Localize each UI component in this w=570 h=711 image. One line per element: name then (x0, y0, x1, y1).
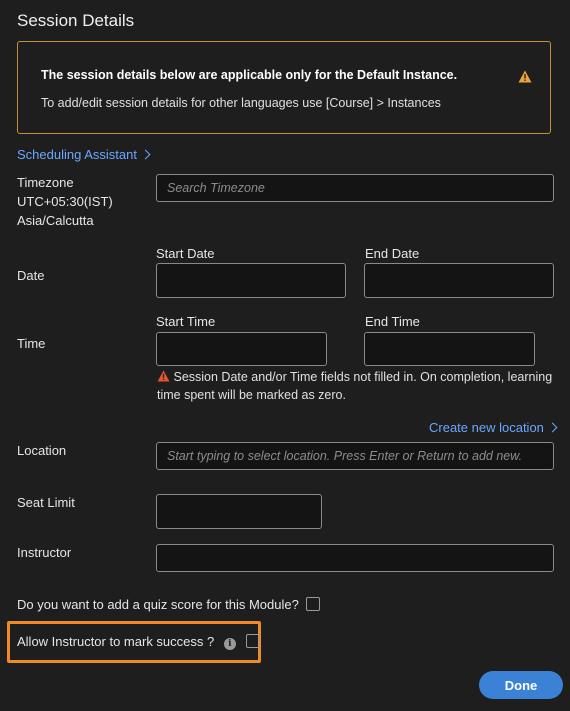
mark-success-row: Allow Instructor to mark success ? i (17, 634, 261, 650)
start-time-label: Start Time (156, 314, 216, 329)
start-time-input[interactable] (156, 332, 327, 366)
warning-icon (518, 70, 532, 83)
end-time-label: End Time (365, 314, 420, 329)
chevron-right-icon (547, 422, 558, 433)
notice-heading: The session details below are applicable… (41, 68, 458, 82)
seat-limit-label: Seat Limit (17, 495, 75, 510)
panel-title: Session Details (17, 11, 135, 30)
time-label: Time (17, 336, 46, 351)
create-location-label: Create new location (429, 420, 544, 435)
quiz-score-label: Do you want to add a quiz score for this… (17, 597, 299, 612)
time-warning-text: Session Date and/or Time fields not fill… (157, 370, 553, 402)
mark-success-checkbox[interactable] (246, 634, 261, 648)
mark-success-label: Allow Instructor to mark success ? (17, 634, 215, 649)
start-date-label: Start Date (156, 246, 215, 261)
notice-text: To add/edit session details for other la… (41, 96, 441, 110)
date-label: Date (17, 268, 45, 283)
location-input[interactable] (156, 442, 554, 470)
quiz-score-row: Do you want to add a quiz score for this… (17, 597, 321, 612)
instructor-label: Instructor (17, 545, 72, 560)
done-button[interactable]: Done (479, 671, 563, 699)
timezone-label: Timezone (17, 175, 74, 190)
time-warning-message: Session Date and/or Time fields not fill… (157, 368, 557, 404)
info-icon[interactable]: i (223, 638, 236, 650)
location-label: Location (17, 443, 67, 458)
alert-icon (157, 370, 170, 382)
timezone-region: Asia/Calcutta (17, 213, 94, 228)
instructor-input[interactable] (156, 544, 554, 572)
end-time-input[interactable] (364, 332, 535, 366)
seat-limit-input[interactable] (156, 494, 322, 529)
end-date-label: End Date (365, 246, 420, 261)
chevron-right-icon (140, 149, 151, 160)
quiz-score-checkbox[interactable] (306, 597, 321, 611)
end-date-input[interactable] (364, 263, 554, 298)
scheduling-assistant-link[interactable]: Scheduling Assistant (17, 147, 151, 162)
create-location-link[interactable]: Create new location (429, 420, 558, 435)
scheduling-assistant-label: Scheduling Assistant (17, 147, 137, 162)
timezone-search-input[interactable] (156, 174, 554, 202)
default-instance-notice: The session details below are applicable… (17, 41, 551, 134)
timezone-offset: UTC+05:30(IST) (17, 194, 113, 209)
start-date-input[interactable] (156, 263, 346, 298)
